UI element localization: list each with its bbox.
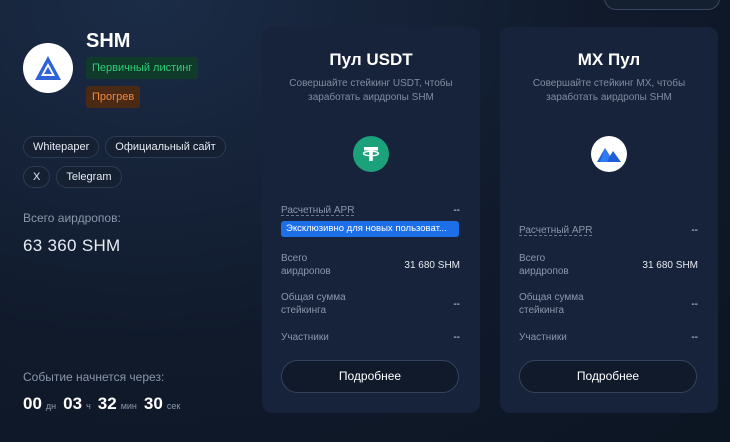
- pool-title: Пул USDT: [329, 50, 413, 69]
- pool-title: MX Пул: [577, 50, 641, 69]
- exclusive-new-users-badge: Эксклюзивно для новых пользоват...: [281, 221, 459, 237]
- mx-icon: [591, 136, 627, 172]
- participants-value: --: [691, 332, 698, 343]
- token-links: Whitepaper Официальный сайт X Telegram: [23, 136, 253, 188]
- staking-label: Общая сумма стейкинга: [519, 292, 584, 316]
- total-airdrops-label: Всего аирдропов:: [23, 211, 121, 225]
- apr-row: Расчетный APR --: [281, 204, 460, 217]
- apr-value: --: [691, 225, 698, 236]
- countdown-seconds-unit: сек: [166, 401, 181, 411]
- usdt-pool-card: Пул USDT Совершайте стейкинг USDT, чтобы…: [262, 27, 480, 413]
- participants-row: Участники --: [281, 331, 460, 344]
- apr-value: --: [453, 205, 460, 216]
- participants-value: --: [453, 332, 460, 343]
- tether-icon: [353, 136, 389, 172]
- staking-value: --: [691, 298, 698, 310]
- apr-label: Расчетный APR: [281, 205, 355, 216]
- countdown-days-unit: дн: [45, 401, 57, 411]
- official-site-link[interactable]: Официальный сайт: [105, 136, 226, 158]
- x-link[interactable]: X: [23, 166, 51, 188]
- token-info-panel: SHM Первичный листинг Прогрев Whitepaper…: [0, 0, 260, 442]
- telegram-link[interactable]: Telegram: [56, 166, 122, 188]
- participants-label: Участники: [519, 332, 567, 343]
- countdown-seconds: 30: [143, 394, 163, 413]
- countdown-minutes-unit: мин: [120, 401, 137, 411]
- countdown-hours: 03: [63, 394, 83, 413]
- total-value: 31 680 SHM: [642, 259, 698, 271]
- whitepaper-link[interactable]: Whitepaper: [23, 136, 100, 158]
- total-value: 31 680 SHM: [404, 259, 460, 271]
- token-name: SHM: [86, 30, 131, 52]
- usdt-pool-details-button[interactable]: Подробнее: [281, 360, 459, 393]
- event-countdown-label: Событие начнется через:: [23, 370, 165, 384]
- apr-label: Расчетный APR: [519, 225, 593, 236]
- mx-pool-card: MX Пул Совершайте стейкинг MX, чтобы зар…: [500, 27, 718, 413]
- staking-total-row: Общая сумма стейкинга --: [281, 291, 460, 317]
- staking-label: Общая сумма стейкинга: [281, 292, 346, 316]
- participants-label: Участники: [281, 332, 329, 343]
- apr-row: Расчетный APR --: [519, 224, 698, 237]
- pool-description: Совершайте стейкинг USDT, чтобы заработа…: [289, 78, 453, 103]
- top-right-menu-button[interactable]: [604, 0, 720, 10]
- total-airdrops-value: 63 360 SHM: [23, 236, 121, 255]
- countdown-minutes: 32: [97, 394, 117, 413]
- event-countdown: 00 дн 03 ч 32 мин 30 сек: [23, 394, 187, 414]
- mx-pool-details-button[interactable]: Подробнее: [519, 360, 697, 393]
- staking-value: --: [453, 298, 460, 310]
- pool-description: Совершайте стейкинг MX, чтобы заработать…: [532, 78, 686, 103]
- warmup-badge: Прогрев: [86, 86, 141, 108]
- countdown-hours-unit: ч: [86, 401, 91, 411]
- total-airdrops-row: Всего аирдропов 31 680 SHM: [519, 252, 698, 278]
- participants-row: Участники --: [519, 331, 698, 344]
- total-label: Всего аирдропов: [519, 253, 569, 277]
- primary-listing-badge: Первичный листинг: [86, 57, 199, 79]
- shm-logo-icon: [23, 43, 73, 93]
- total-airdrops-row: Всего аирдропов 31 680 SHM: [281, 252, 460, 278]
- staking-total-row: Общая сумма стейкинга --: [519, 291, 698, 317]
- countdown-days: 00: [23, 394, 42, 413]
- total-label: Всего аирдропов: [281, 253, 331, 277]
